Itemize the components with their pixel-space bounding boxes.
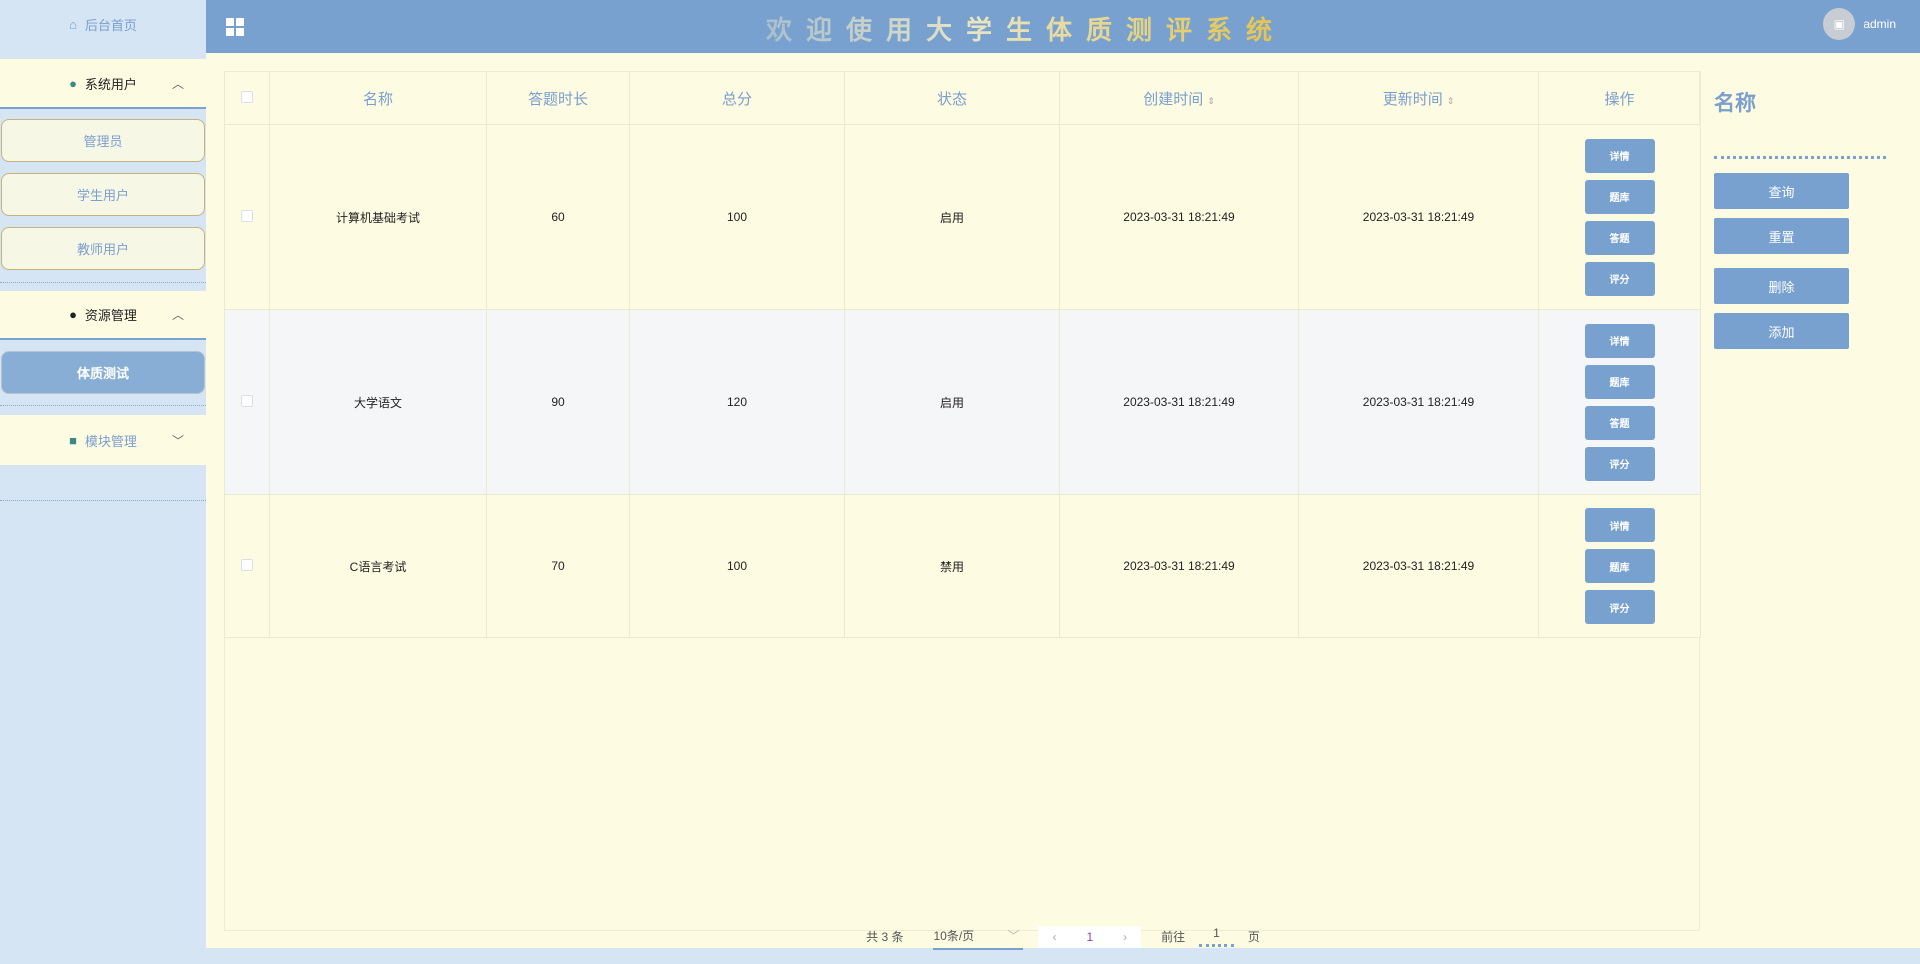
cell-actions: 详情 题库 答题 评分: [1538, 309, 1701, 495]
cell-actions: 详情 题库 答题 评分: [1538, 124, 1701, 310]
avatar: ▣: [1823, 8, 1856, 40]
col-score: 总分: [629, 71, 845, 125]
grade-button[interactable]: 评分: [1584, 261, 1655, 296]
reset-button[interactable]: 重置: [1714, 218, 1849, 254]
question-bank-button[interactable]: 题库: [1584, 549, 1655, 583]
cell-created: 2023-03-31 18:21:49: [1059, 494, 1299, 638]
menu-toggle-icon[interactable]: [226, 18, 244, 36]
table-row: 大学语文 90 120 启用 2023-03-31 18:21:49 2023-…: [224, 309, 1701, 495]
col-duration: 答题时长: [486, 71, 630, 125]
cell-status: 禁用: [844, 494, 1060, 638]
chevron-down-icon: ﹀: [1007, 929, 1020, 943]
goto-page-input[interactable]: 1: [1199, 926, 1234, 947]
grade-button[interactable]: 评分: [1584, 446, 1655, 481]
answer-button[interactable]: 答题: [1584, 405, 1655, 440]
col-updated[interactable]: 更新时间 ⇕: [1298, 71, 1539, 125]
col-actions: 操作: [1538, 71, 1701, 125]
next-page-button[interactable]: ›: [1123, 930, 1127, 944]
table-row: 计算机基础考试 60 100 启用 2023-03-31 18:21:49 20…: [224, 124, 1701, 310]
sort-icon[interactable]: ⇕: [1447, 96, 1455, 106]
page-number[interactable]: 1: [1086, 930, 1093, 944]
detail-button[interactable]: 详情: [1584, 323, 1655, 358]
cell-name: C语言考试: [269, 494, 487, 638]
detail-button[interactable]: 详情: [1584, 508, 1655, 542]
sidebar-item-admin[interactable]: 管理员: [1, 119, 205, 162]
prev-page-button[interactable]: ‹: [1052, 930, 1056, 944]
search-label-name: 名称: [1714, 92, 1756, 115]
sidebar-item-fitness-test[interactable]: 体质测试: [1, 351, 205, 394]
data-table: 名称 答题时长 总分 状态 创建时间 ⇕ 更新时间 ⇕ 操作 计算机基础考试 60 …: [224, 71, 1701, 638]
question-bank-button[interactable]: 题库: [1584, 179, 1655, 214]
sidebar-section-modules[interactable]: ■ 模块管理 ﹀: [0, 415, 206, 465]
bulb-icon: ●: [69, 307, 77, 322]
select-cell: [224, 124, 270, 310]
cell-duration: 70: [486, 494, 630, 638]
col-status: 状态: [844, 71, 1060, 125]
cell-name: 计算机基础考试: [269, 124, 487, 310]
cell-score: 120: [629, 309, 845, 495]
chevron-down-icon: ﹀: [171, 433, 184, 448]
row-checkbox[interactable]: [241, 558, 253, 571]
main-content: 名称 答题时长 总分 状态 创建时间 ⇕ 更新时间 ⇕ 操作 计算机基础考试 60 …: [206, 53, 1920, 950]
cell-updated: 2023-03-31 18:21:49: [1298, 494, 1539, 638]
page-size-select[interactable]: 10条/页 ﹀: [933, 923, 1024, 950]
pager: ‹ 1 ›: [1038, 925, 1142, 948]
search-input-name[interactable]: [1714, 156, 1886, 159]
col-created[interactable]: 创建时间 ⇕: [1059, 71, 1299, 125]
total-count: 共 3 条: [866, 930, 904, 944]
select-cell: [224, 494, 270, 638]
chevron-up-icon: ︿: [171, 76, 184, 91]
delete-button[interactable]: 删除: [1714, 268, 1849, 304]
cell-duration: 90: [486, 309, 630, 495]
sidebar-item-home[interactable]: ⌂ 后台首页: [0, 0, 206, 48]
detail-button[interactable]: 详情: [1584, 138, 1655, 173]
divider: [0, 405, 206, 406]
cell-status: 启用: [844, 124, 1060, 310]
sidebar-section-resources[interactable]: ● 资源管理 ︿: [0, 291, 206, 340]
query-button[interactable]: 查询: [1714, 173, 1849, 209]
sidebar-item-students[interactable]: 学生用户: [1, 173, 205, 216]
sidebar-item-teachers[interactable]: 教师用户: [1, 227, 205, 270]
pagination: 共 3 条 10条/页 ﹀ ‹ 1 › 前往 1 页: [206, 923, 1920, 950]
header: 欢迎使用大学生体质测评系统 ▣ admin: [206, 0, 1920, 53]
add-button[interactable]: 添加: [1714, 313, 1849, 349]
cell-created: 2023-03-31 18:21:49: [1059, 124, 1299, 310]
home-icon: ⌂: [69, 16, 77, 32]
cell-updated: 2023-03-31 18:21:49: [1298, 309, 1539, 495]
sidebar: ⌂ 后台首页 ● 系统用户 ︿ 管理员 学生用户 教师用户 ● 资源管理 ︿ 体质测试 ■…: [0, 0, 206, 964]
user-menu[interactable]: ▣ admin: [1823, 8, 1896, 40]
grid-icon: ■: [69, 432, 77, 448]
cell-updated: 2023-03-31 18:21:49: [1298, 124, 1539, 310]
cell-actions: 详情 题库 评分: [1538, 494, 1701, 638]
answer-button[interactable]: 答题: [1584, 220, 1655, 255]
select-all-cell: [224, 71, 270, 125]
divider: [0, 282, 206, 283]
divider: [0, 500, 206, 501]
select-all-checkbox[interactable]: [241, 90, 253, 103]
row-checkbox[interactable]: [241, 209, 253, 222]
user-icon: ●: [69, 75, 77, 91]
chevron-up-icon: ︿: [171, 308, 184, 322]
select-cell: [224, 309, 270, 495]
grade-button[interactable]: 评分: [1584, 590, 1655, 624]
cell-name: 大学语文: [269, 309, 487, 495]
row-checkbox[interactable]: [241, 394, 253, 407]
table-row: C语言考试 70 100 禁用 2023-03-31 18:21:49 2023…: [224, 494, 1701, 638]
cell-status: 启用: [844, 309, 1060, 495]
col-name: 名称: [269, 71, 487, 125]
question-bank-button[interactable]: 题库: [1584, 364, 1655, 399]
cell-duration: 60: [486, 124, 630, 310]
cell-created: 2023-03-31 18:21:49: [1059, 309, 1299, 495]
sort-icon[interactable]: ⇕: [1207, 96, 1215, 106]
sidebar-section-system-users[interactable]: ● 系统用户 ︿: [0, 59, 206, 109]
cell-score: 100: [629, 124, 845, 310]
cell-score: 100: [629, 494, 845, 638]
page-title: 欢迎使用大学生体质测评系统: [766, 10, 1286, 47]
goto-page: 前往 1 页: [1161, 926, 1260, 947]
